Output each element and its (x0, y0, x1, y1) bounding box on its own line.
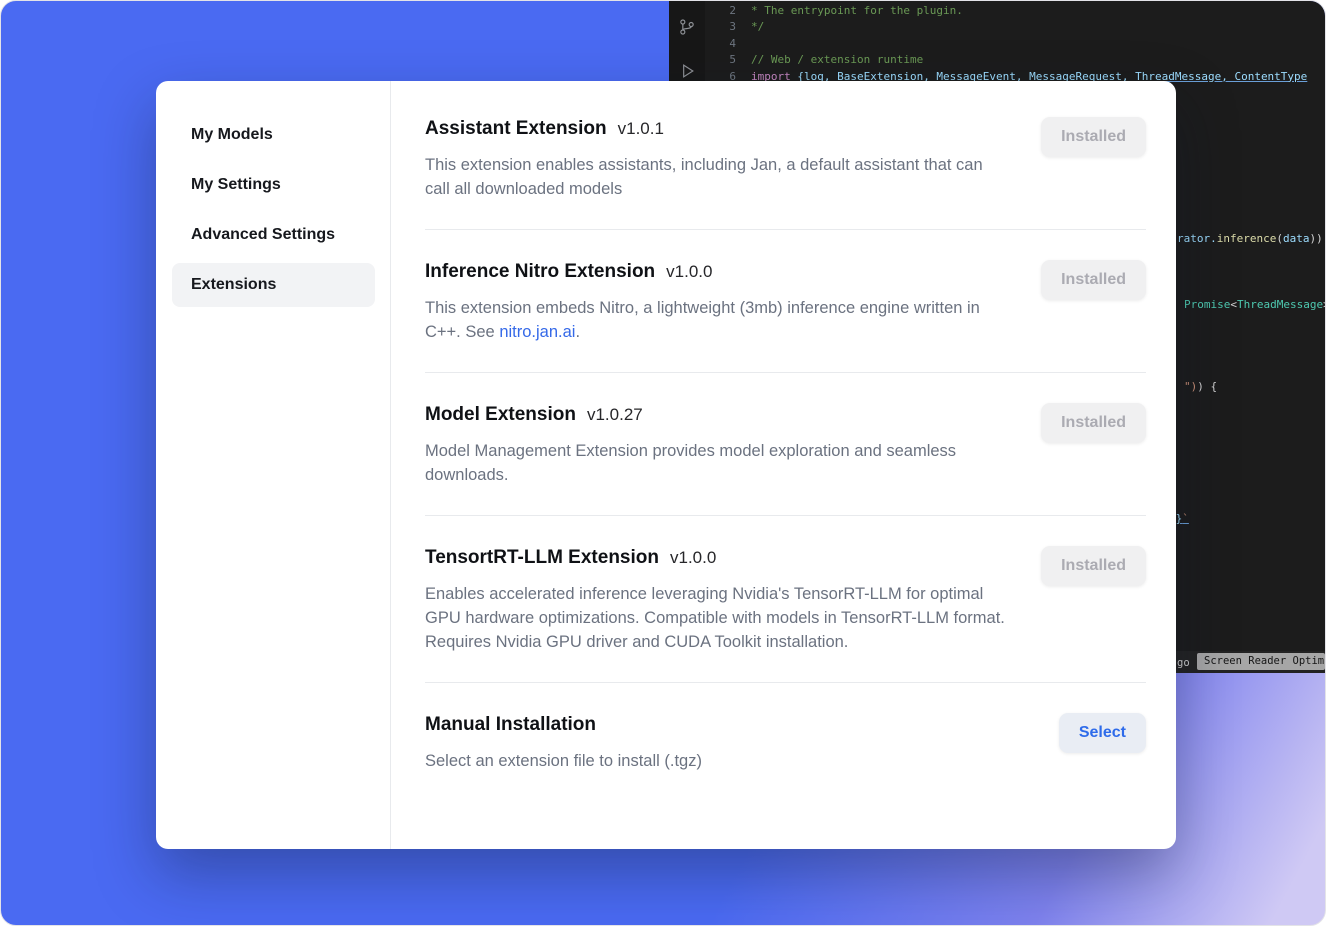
extension-row-model: Model Extension v1.0.27 Model Management… (425, 373, 1146, 516)
code-fragment: Promise<ThreadMessage> (1184, 297, 1326, 313)
code-fragment: ")) { (1184, 379, 1217, 395)
code-text: // Web / extension runtime (751, 53, 923, 66)
sidebar-item-my-models[interactable]: My Models (172, 113, 375, 157)
sidebar-item-label: My Models (191, 126, 273, 144)
source-control-icon[interactable] (677, 17, 697, 37)
app-screenshot: 2* The entrypoint for the plugin. 3*/ 4 … (0, 0, 1326, 926)
extension-version: v1.0.27 (587, 405, 643, 425)
extension-version: v1.0.0 (666, 262, 712, 282)
settings-sidebar: My Models My Settings Advanced Settings … (156, 81, 391, 849)
code-lines: 2* The entrypoint for the plugin. 3*/ 4 … (705, 3, 1326, 85)
line-number: 4 (705, 36, 751, 52)
extension-description: Model Management Extension provides mode… (425, 439, 1010, 487)
code-fragment: rator.inference(data)); (1177, 231, 1326, 247)
sidebar-item-advanced-settings[interactable]: Advanced Settings (172, 213, 375, 257)
installed-button[interactable]: Installed (1041, 546, 1146, 586)
extension-version: v1.0.0 (670, 548, 716, 568)
run-debug-icon[interactable] (677, 61, 697, 81)
code-line: 2* The entrypoint for the plugin. (705, 3, 1326, 19)
installed-button[interactable]: Installed (1041, 403, 1146, 443)
sidebar-item-extensions[interactable]: Extensions (172, 263, 375, 307)
extension-title: TensortRT-LLM Extension (425, 544, 659, 572)
extension-description: Select an extension file to install (.tg… (425, 749, 1010, 773)
settings-card: My Models My Settings Advanced Settings … (156, 81, 1176, 849)
extension-title: Assistant Extension (425, 115, 607, 143)
extension-row-assistant: Assistant Extension v1.0.1 This extensio… (425, 87, 1146, 230)
status-text: go (1177, 655, 1190, 671)
extension-title: Model Extension (425, 401, 576, 429)
extension-row-tensorrt: TensortRT-LLM Extension v1.0.0 Enables a… (425, 516, 1146, 683)
installed-button[interactable]: Installed (1041, 260, 1146, 300)
nitro-link[interactable]: nitro.jan.ai (499, 323, 575, 341)
code-line: 3*/ (705, 19, 1326, 35)
code-text: * The entrypoint for the plugin. (751, 4, 963, 17)
code-text: */ (751, 20, 764, 33)
extension-description: Enables accelerated inference leveraging… (425, 582, 1010, 654)
extension-description: This extension enables assistants, inclu… (425, 153, 1010, 201)
sidebar-item-my-settings[interactable]: My Settings (172, 163, 375, 207)
sidebar-item-label: Extensions (191, 276, 276, 294)
code-line: 4 (705, 36, 1326, 52)
extension-row-nitro: Inference Nitro Extension v1.0.0 This ex… (425, 230, 1146, 373)
extension-title: Manual Installation (425, 711, 596, 739)
sidebar-item-label: Advanced Settings (191, 226, 335, 244)
extension-version: v1.0.1 (618, 119, 664, 139)
extension-description: This extension embeds Nitro, a lightweig… (425, 296, 1010, 344)
sidebar-item-label: My Settings (191, 176, 281, 194)
line-number: 2 (705, 3, 751, 19)
extension-row-manual-install: Manual Installation Select an extension … (425, 683, 1146, 801)
screen-reader-badge[interactable]: Screen Reader Optimize (1197, 653, 1325, 670)
extension-title: Inference Nitro Extension (425, 258, 655, 286)
line-number: 5 (705, 52, 751, 68)
line-number: 3 (705, 19, 751, 35)
code-line: 5// Web / extension runtime (705, 52, 1326, 68)
extensions-panel: Assistant Extension v1.0.1 This extensio… (391, 81, 1176, 849)
select-file-button[interactable]: Select (1059, 713, 1146, 753)
installed-button[interactable]: Installed (1041, 117, 1146, 157)
